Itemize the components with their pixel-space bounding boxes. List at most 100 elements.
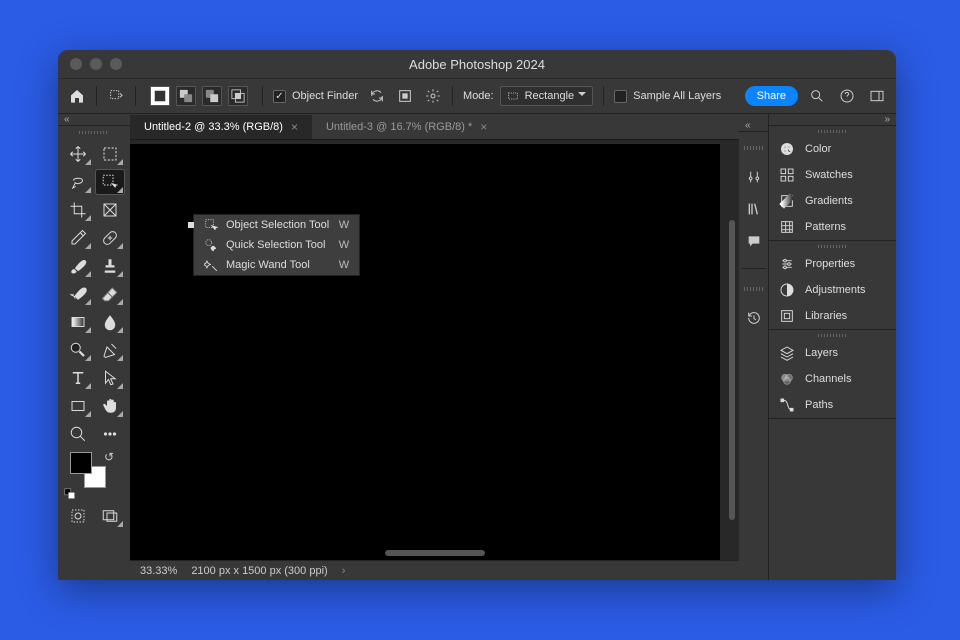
close-tab-icon[interactable]: × [480, 120, 487, 134]
libraries-panel[interactable]: Libraries [769, 303, 896, 329]
healing-tool[interactable] [96, 226, 124, 250]
horizontal-scrollbar[interactable] [385, 550, 485, 556]
document-tab[interactable]: Untitled-2 @ 33.3% (RGB/8) × [130, 115, 312, 139]
eyedropper-tool[interactable] [64, 226, 92, 250]
intersect-selection-mode[interactable] [228, 86, 248, 106]
shortcut-key: W [339, 219, 349, 231]
color-swatches[interactable]: ↺ [64, 450, 124, 500]
lasso-tool[interactable] [64, 170, 92, 194]
pen-tool[interactable] [96, 338, 124, 362]
tool-grid: ↺ [58, 138, 130, 580]
selection-mode-group [146, 86, 252, 106]
vertical-scrollbar[interactable] [729, 220, 735, 520]
collapse-icon[interactable]: » [884, 114, 890, 125]
search-button[interactable] [808, 87, 826, 105]
brush-settings-icon[interactable] [745, 168, 763, 186]
object-finder-checkbox[interactable]: Object Finder [273, 90, 358, 103]
document-tab[interactable]: Untitled-3 @ 16.7% (RGB/8) * × [312, 115, 501, 139]
tools-collapse[interactable]: « [58, 114, 130, 126]
panel-drag-handle[interactable] [769, 241, 896, 251]
swap-colors-icon[interactable]: ↺ [104, 450, 114, 464]
gradient-tool[interactable] [64, 310, 92, 334]
library-icon[interactable] [745, 200, 763, 218]
paths-panel[interactable]: Paths [769, 392, 896, 418]
gear-icon[interactable] [424, 87, 442, 105]
document-dimensions[interactable]: 2100 px x 1500 px (300 ppi) [191, 565, 327, 577]
divider [262, 86, 263, 106]
swatches-panel[interactable]: Swatches [769, 162, 896, 188]
tool-preset-dropdown[interactable] [107, 87, 125, 105]
comments-icon[interactable] [745, 232, 763, 250]
quick-mask-tool[interactable] [64, 504, 92, 528]
patterns-panel[interactable]: Patterns [769, 214, 896, 240]
close-tab-icon[interactable]: × [291, 120, 298, 134]
minimize-window-button[interactable] [90, 58, 102, 70]
properties-panel[interactable]: Properties [769, 251, 896, 277]
dodge-tool[interactable] [64, 338, 92, 362]
flyout-object-selection[interactable]: Object Selection Tool W [194, 215, 359, 235]
tools-drag-handle[interactable] [58, 126, 130, 138]
path-selection-tool[interactable] [96, 366, 124, 390]
panel-drag-handle[interactable] [744, 146, 764, 150]
screen-mode-tool[interactable] [96, 504, 124, 528]
rectangle-tool[interactable] [64, 394, 92, 418]
overlay-options-button[interactable] [396, 87, 414, 105]
default-colors-icon[interactable] [64, 488, 76, 500]
share-button[interactable]: Share [745, 86, 798, 106]
maximize-window-button[interactable] [110, 58, 122, 70]
object-selection-tool[interactable] [96, 170, 124, 194]
status-menu-icon[interactable]: › [342, 565, 346, 577]
refresh-button[interactable] [368, 87, 386, 105]
expand-icon[interactable]: « [745, 120, 751, 131]
mode-label: Mode: [463, 90, 494, 102]
mode-dropdown[interactable]: Rectangle [500, 86, 594, 106]
checkbox-icon [273, 90, 286, 103]
crop-tool[interactable] [64, 198, 92, 222]
window-controls [70, 58, 122, 70]
color-panel[interactable]: Color [769, 136, 896, 162]
marquee-tool[interactable] [96, 142, 124, 166]
main-body: « [58, 114, 896, 580]
options-bar: Object Finder Mode: Rectangle Sample All… [58, 78, 896, 114]
shortcut-key: W [339, 259, 349, 271]
help-button[interactable] [838, 87, 856, 105]
history-icon[interactable] [745, 309, 763, 327]
collapsed-panel-column: « [739, 114, 769, 580]
history-brush-tool[interactable] [64, 282, 92, 306]
panel-drag-handle[interactable] [744, 287, 764, 291]
eraser-tool[interactable] [96, 282, 124, 306]
foreground-color[interactable] [70, 452, 92, 474]
zoom-level[interactable]: 33.33% [140, 565, 177, 577]
canvas-viewport[interactable] [130, 140, 739, 560]
flyout-magic-wand[interactable]: Magic Wand Tool W [194, 255, 359, 275]
add-selection-mode[interactable] [176, 86, 196, 106]
subtract-selection-mode[interactable] [202, 86, 222, 106]
hand-tool[interactable] [96, 394, 124, 418]
workspace-button[interactable] [868, 87, 886, 105]
flyout-quick-selection[interactable]: Quick Selection Tool W [194, 235, 359, 255]
home-button[interactable] [68, 87, 86, 105]
sample-all-layers-checkbox[interactable]: Sample All Layers [614, 90, 721, 103]
zoom-tool[interactable] [64, 422, 92, 446]
tab-label: Untitled-3 @ 16.7% (RGB/8) * [326, 121, 472, 133]
shortcut-key: W [339, 239, 349, 251]
tab-label: Untitled-2 @ 33.3% (RGB/8) [144, 121, 283, 133]
panel-drag-handle[interactable] [769, 126, 896, 136]
type-tool[interactable] [64, 366, 92, 390]
stamp-tool[interactable] [96, 254, 124, 278]
panel-drag-handle[interactable] [769, 330, 896, 340]
sample-all-label: Sample All Layers [633, 90, 721, 102]
canvas[interactable] [130, 144, 720, 560]
gradients-panel[interactable]: Gradients [769, 188, 896, 214]
move-tool[interactable] [64, 142, 92, 166]
more-tools[interactable] [96, 422, 124, 446]
channels-panel[interactable]: Channels [769, 366, 896, 392]
title-bar: Adobe Photoshop 2024 [58, 50, 896, 78]
close-window-button[interactable] [70, 58, 82, 70]
blur-tool[interactable] [96, 310, 124, 334]
layers-panel[interactable]: Layers [769, 340, 896, 366]
adjustments-panel[interactable]: Adjustments [769, 277, 896, 303]
new-selection-mode[interactable] [150, 86, 170, 106]
frame-tool[interactable] [96, 198, 124, 222]
brush-tool[interactable] [64, 254, 92, 278]
